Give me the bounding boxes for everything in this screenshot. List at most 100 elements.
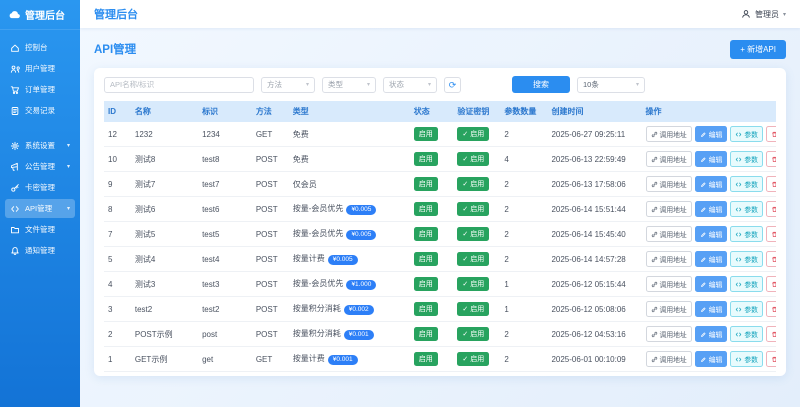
status-select[interactable]: 状态 ▾ [383,76,437,93]
method-select[interactable]: 方法 ▾ [261,76,315,93]
cell-created-at: 2025-06-12 04:53:16 [547,321,642,347]
edit-button[interactable]: 编辑 [694,251,728,267]
table-row: 5 测试4 test4 POST 按量计费 ¥0.005 启用 ✓ 启用 2 2025-06-14… [104,246,776,272]
cell-method: POST [251,246,289,272]
sidebar-item-api[interactable]: API管理 ▾ [5,199,75,218]
call-address-button[interactable]: 调用地址 [645,326,692,342]
call-address-button-label: 调用地址 [659,157,687,164]
delete-button[interactable]: 删除 [765,301,776,317]
edit-button[interactable]: 编辑 [694,301,728,317]
params-button[interactable]: 参数 [730,351,763,367]
delete-button[interactable]: 删除 [765,151,776,167]
add-api-button[interactable]: + 新增API [730,39,786,59]
params-button[interactable]: 参数 [730,301,763,317]
cell-slug: test3 [198,271,252,297]
cell-slug: post [198,321,252,347]
delete-button[interactable]: 删除 [765,126,776,142]
edit-button[interactable]: 编辑 [694,126,728,142]
edit-button[interactable]: 编辑 [694,351,728,367]
edit-button[interactable]: 编辑 [694,276,728,292]
user-menu[interactable]: 管理员 ▾ [741,9,786,20]
delete-button[interactable]: 删除 [765,351,776,367]
sidebar-item-users[interactable]: 用户管理 [5,59,75,78]
sidebar-item-orders[interactable]: 订单管理 [5,80,75,99]
verify-key-badge: ✓ 启用 [457,252,490,266]
sidebar-item-notifications[interactable]: 通知管理 [5,241,75,260]
sidebar-item-files[interactable]: 文件管理 [5,220,75,239]
cell-id: 1 [104,346,131,372]
trash-icon [771,281,776,288]
sidebar-item-records[interactable]: 交易记录 [5,101,75,120]
keyword-search-input[interactable] [104,76,254,93]
edit-button[interactable]: 编辑 [694,201,728,217]
edit-button-label: 编辑 [708,232,723,239]
cell-param-count: 2 [500,171,548,197]
params-button[interactable]: 参数 [730,326,763,342]
sidebar-item-settings[interactable]: 系统设置 ▾ [5,136,75,155]
chevron-down-icon: ▾ [427,82,431,88]
call-address-button[interactable]: 调用地址 [645,351,692,367]
cell-method: GET [251,346,289,372]
call-address-button[interactable]: 调用地址 [645,226,692,242]
cell-status: 启用 [409,321,454,347]
call-address-button-label: 调用地址 [659,282,687,289]
refresh-button[interactable]: ⟳ [444,76,461,93]
type-label: 按量计费 [292,254,325,264]
table-row: 2 POST示例 post POST 按量积分消耗 ¥0.001 启用 ✓ 启用 2 2025-0… [104,321,776,347]
type-label: 按量积分消耗 [292,304,341,314]
cell-actions: 调用地址 编辑 参数删除 [641,122,776,147]
delete-button[interactable]: 删除 [765,201,776,217]
params-button[interactable]: 参数 [730,226,763,242]
cell-actions: 调用地址 编辑 参数删除 [641,196,776,222]
params-button[interactable]: 参数 [730,201,763,217]
call-address-button[interactable]: 调用地址 [645,126,692,142]
type-select[interactable]: 类型 ▾ [322,76,376,93]
key-icon [10,183,20,193]
sidebar-item-announcements[interactable]: 公告管理 ▾ [5,157,75,176]
trash-icon [771,156,776,163]
page-size-select[interactable]: 10条 ▾ [577,76,645,93]
page-title: API管理 [94,44,137,56]
call-address-button[interactable]: 调用地址 [645,151,692,167]
records-icon [10,106,20,116]
call-address-button[interactable]: 调用地址 [645,201,692,217]
edit-button[interactable]: 编辑 [694,151,728,167]
trash-icon [771,206,776,213]
sidebar-item-dashboard[interactable]: 控制台 [5,38,75,57]
call-address-button[interactable]: 调用地址 [645,276,692,292]
delete-button[interactable]: 删除 [765,276,776,292]
sidebar-item-cardkeys[interactable]: 卡密管理 [5,178,75,197]
chevron-down-icon: ▾ [305,82,309,88]
cell-id: 4 [104,271,131,297]
delete-button[interactable]: 删除 [765,226,776,242]
column-header: 名称 [134,107,151,116]
pencil-icon [700,131,707,138]
call-address-button[interactable]: 调用地址 [645,176,692,192]
cell-name: 测试6 [130,196,199,222]
params-button[interactable]: 参数 [730,251,763,267]
delete-button[interactable]: 删除 [765,176,776,192]
params-button[interactable]: 参数 [730,276,763,292]
params-button-label: 参数 [744,307,758,314]
call-address-button[interactable]: 调用地址 [645,251,692,267]
params-button-label: 参数 [744,182,758,189]
params-button[interactable]: 参数 [730,176,763,192]
delete-button[interactable]: 删除 [765,251,776,267]
params-button[interactable]: 参数 [730,151,763,167]
type-label: 按量积分消耗 [292,329,341,339]
edit-button[interactable]: 编辑 [694,176,728,192]
params-button-label: 参数 [744,332,758,339]
edit-button[interactable]: 编辑 [694,226,728,242]
cell-created-at: 2025-06-14 15:51:44 [547,196,642,222]
cell-id: 5 [104,246,131,272]
column-header: 标识 [202,107,219,116]
edit-button[interactable]: 编辑 [694,326,728,342]
cell-slug: 1234 [198,122,252,147]
call-address-button[interactable]: 调用地址 [645,301,692,317]
search-button[interactable]: 搜索 [512,76,570,93]
cell-method: POST [251,271,289,297]
delete-button[interactable]: 删除 [765,326,776,342]
trash-icon [771,256,776,263]
params-button[interactable]: 参数 [730,126,763,142]
table-row: 12 1232 1234 GET 免费 启用 ✓ 启用 2 2025-06-27 09:25:1… [104,122,776,147]
